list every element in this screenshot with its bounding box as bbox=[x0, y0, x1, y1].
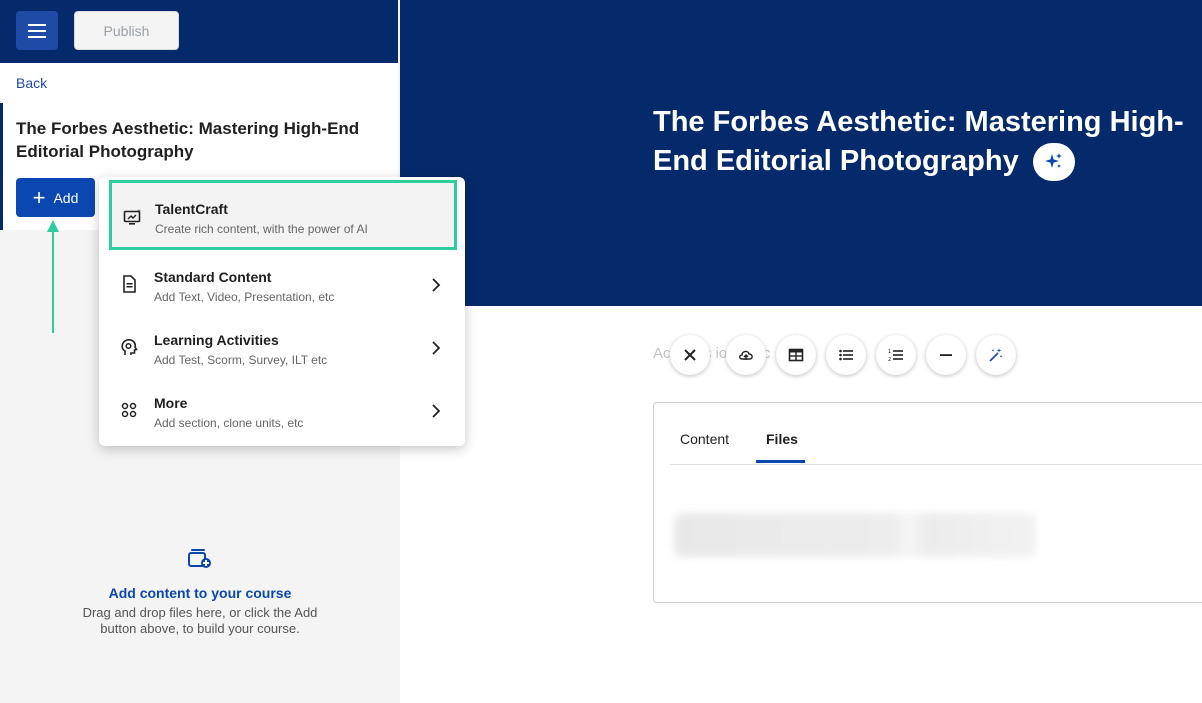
hamburger-icon bbox=[28, 23, 46, 38]
tabs-row: Content Files bbox=[670, 403, 1202, 465]
pointer-arrow-icon bbox=[47, 220, 59, 333]
hero-title: The Forbes Aesthetic: Mastering High-End… bbox=[653, 103, 1198, 182]
active-tab-indicator bbox=[756, 460, 805, 463]
course-title: The Forbes Aesthetic: Mastering High-End… bbox=[16, 119, 360, 161]
table-icon bbox=[788, 348, 804, 362]
bullet-list-button[interactable] bbox=[826, 335, 866, 375]
close-icon bbox=[684, 349, 696, 361]
document-icon bbox=[123, 275, 136, 293]
empty-state-description: Drag and drop files here, or click the A… bbox=[82, 605, 318, 636]
menu-item-subtitle: Add section, clone units, etc bbox=[154, 416, 304, 430]
grid-dots-icon bbox=[121, 402, 137, 418]
menu-item-learning-activities[interactable]: Learning Activities Add Test, Scorm, Sur… bbox=[99, 318, 465, 380]
table-button[interactable] bbox=[776, 335, 816, 375]
tab-files[interactable]: Files bbox=[766, 431, 798, 447]
horizontal-rule-icon bbox=[940, 354, 952, 356]
menu-button[interactable] bbox=[16, 11, 58, 50]
menu-item-more[interactable]: More Add section, clone units, etc bbox=[99, 381, 465, 443]
menu-item-title: More bbox=[154, 395, 188, 411]
menu-item-title: Standard Content bbox=[154, 269, 272, 285]
hero-title-text: The Forbes Aesthetic: Mastering High-End… bbox=[653, 106, 1184, 177]
chevron-right-icon bbox=[432, 278, 441, 292]
chevron-right-icon bbox=[432, 341, 441, 355]
empty-state-title: Add content to your course bbox=[108, 585, 292, 601]
ai-monitor-icon bbox=[123, 209, 141, 225]
svg-text:2: 2 bbox=[888, 357, 891, 363]
publish-button[interactable]: Publish bbox=[74, 11, 179, 50]
menu-item-subtitle: Create rich content, with the power of A… bbox=[155, 222, 368, 236]
add-button[interactable]: + Add bbox=[16, 178, 95, 217]
menu-item-subtitle: Add Test, Scorm, Survey, ILT etc bbox=[154, 353, 328, 367]
upload-button[interactable] bbox=[726, 335, 766, 375]
magic-button[interactable] bbox=[976, 335, 1016, 375]
bullet-list-icon bbox=[839, 349, 853, 361]
sidebar-header: Publish bbox=[0, 0, 398, 63]
divider-button[interactable] bbox=[926, 335, 966, 375]
ai-sparkle-button[interactable] bbox=[1032, 143, 1075, 182]
sparkle-icon bbox=[1044, 153, 1062, 169]
back-link[interactable]: Back bbox=[16, 75, 47, 91]
menu-item-subtitle: Add Text, Video, Presentation, etc bbox=[154, 290, 335, 304]
add-button-label: Add bbox=[53, 189, 79, 206]
menu-item-title: TalentCraft bbox=[155, 201, 228, 217]
add-content-icon bbox=[188, 549, 211, 568]
menu-item-standard-content[interactable]: Standard Content Add Text, Video, Presen… bbox=[99, 255, 465, 317]
content-tabs-card: Content Files bbox=[653, 402, 1202, 603]
close-button[interactable] bbox=[670, 335, 710, 375]
menu-item-talentcraft[interactable]: TalentCraft Create rich content, with th… bbox=[109, 180, 457, 250]
add-menu: TalentCraft Create rich content, with th… bbox=[99, 177, 465, 446]
menu-item-title: Learning Activities bbox=[154, 332, 279, 348]
svg-text:1: 1 bbox=[888, 349, 891, 355]
back-row: Back bbox=[0, 63, 398, 103]
plus-icon: + bbox=[32, 184, 46, 210]
numbered-list-icon: 12 bbox=[888, 349, 903, 363]
cloud-upload-icon bbox=[739, 350, 753, 360]
empty-state: Add content to your course Drag and drop… bbox=[70, 548, 330, 637]
chevron-right-icon bbox=[432, 404, 441, 418]
course-hero: The Forbes Aesthetic: Mastering High-End… bbox=[400, 0, 1202, 306]
numbered-list-button[interactable]: 12 bbox=[876, 335, 916, 375]
brain-gear-icon bbox=[121, 339, 138, 355]
blurred-file-row bbox=[674, 513, 1036, 557]
tab-content[interactable]: Content bbox=[680, 431, 729, 447]
magic-wand-icon bbox=[989, 348, 1003, 362]
